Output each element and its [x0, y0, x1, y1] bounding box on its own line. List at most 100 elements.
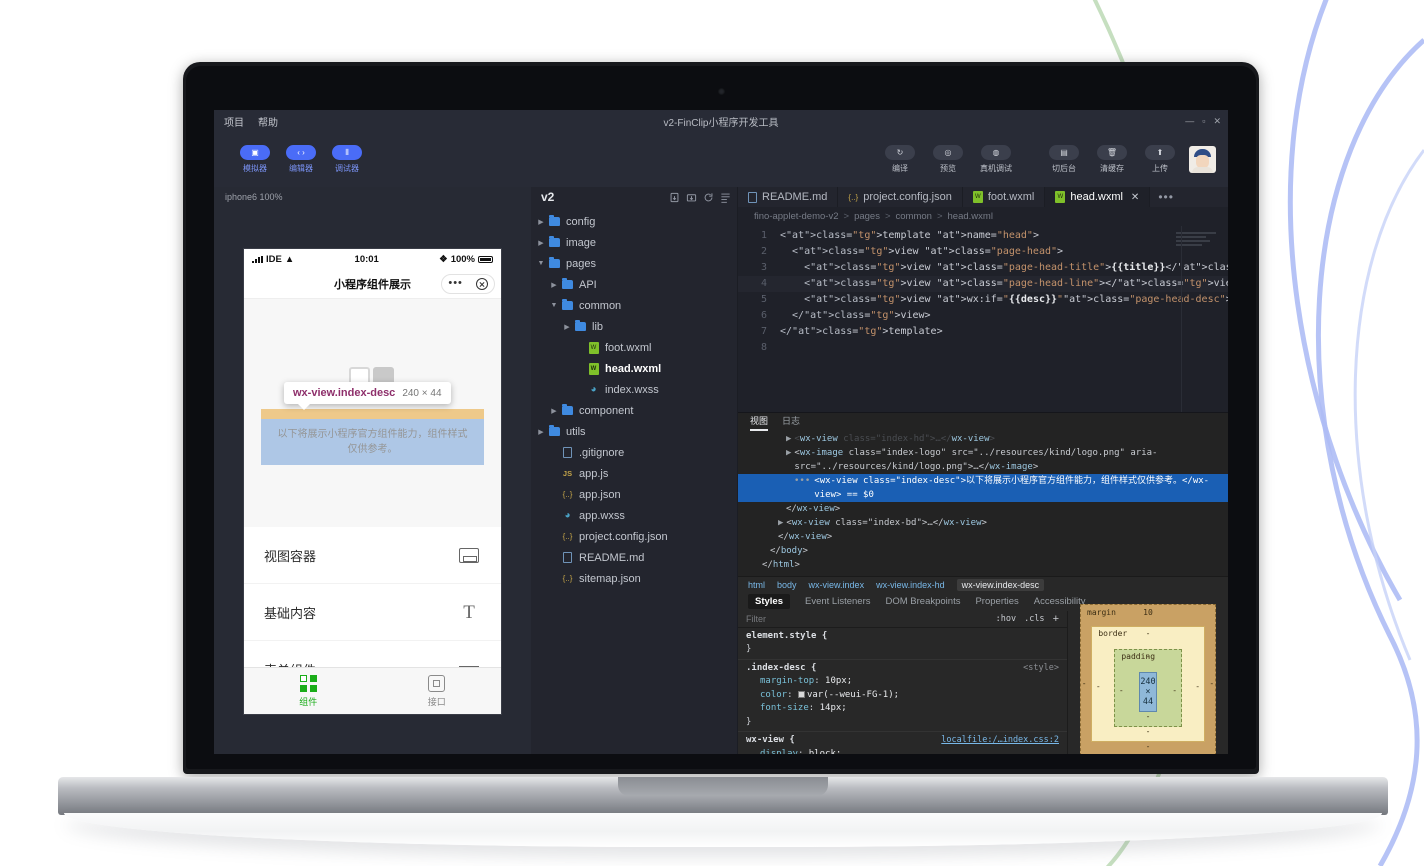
css-declaration[interactable]: display: block; [746, 748, 1059, 755]
box-model-margin[interactable]: margin 10 - border - [1080, 604, 1216, 754]
dom-node[interactable]: ▶ <wx-view class="index-hd">…</wx-view> [738, 432, 1228, 446]
chevron-down-icon[interactable]: ▼ [548, 302, 560, 309]
filter-input[interactable]: Filter [746, 614, 988, 624]
tab-api[interactable]: 接口 [373, 668, 502, 714]
dom-node[interactable]: </html> [738, 558, 1228, 572]
devtools-tab-log[interactable]: 日志 [782, 414, 800, 429]
pane-tab-styles[interactable]: Styles [748, 594, 790, 609]
tree-node-image[interactable]: ▶image [531, 232, 737, 253]
minimize-icon[interactable]: — [1185, 116, 1194, 127]
hov-button[interactable]: :hov [996, 614, 1016, 624]
pane-tab-accessibility[interactable]: Accessibility [1034, 596, 1086, 607]
close-icon[interactable]: ✕ [1213, 116, 1221, 127]
new-folder-icon[interactable] [686, 192, 697, 203]
chevron-right-icon[interactable]: ▶ [535, 239, 547, 247]
close-tab-icon[interactable]: ✕ [1131, 192, 1139, 203]
dom-node[interactable]: ▶ <wx-image class="index-logo" src="../r… [738, 446, 1228, 474]
chevron-right-icon[interactable]: ▶ [786, 446, 791, 474]
dom-crumb-body[interactable]: body [777, 580, 797, 590]
collapse-all-icon[interactable] [720, 192, 731, 203]
refresh-icon[interactable] [703, 192, 714, 203]
dom-crumb-wx-view-index-hd[interactable]: wx-view.index-hd [876, 580, 945, 590]
css-declaration[interactable]: margin-top: 10px; [746, 675, 1059, 689]
chevron-down-icon[interactable]: ▼ [535, 260, 547, 267]
more-icon[interactable]: ••• [448, 278, 463, 289]
toolbar-button-compile[interactable]: ↻ 编译 [881, 145, 919, 174]
dom-node[interactable]: ••• <wx-view class="index-desc">以下将展示小程序… [738, 474, 1228, 502]
breadcrumb-item[interactable]: fino-applet-demo-v2 [754, 211, 839, 222]
cls-button[interactable]: .cls [1024, 614, 1044, 624]
box-model-border[interactable]: border - - padding - [1091, 626, 1204, 742]
chevron-right-icon[interactable]: ▶ [786, 432, 791, 446]
dom-node[interactable]: </body> [738, 544, 1228, 558]
dom-crumb-html[interactable]: html [748, 580, 765, 590]
tree-node-head-wxml[interactable]: Whead.wxml [531, 358, 737, 379]
rule-source[interactable]: <style> [1023, 662, 1059, 676]
editor-tab-readme-md[interactable]: README.md [738, 187, 838, 207]
breadcrumb-item[interactable]: head.wxml [948, 211, 993, 222]
pane-tab-event-listeners[interactable]: Event Listeners [805, 596, 870, 607]
color-swatch[interactable] [798, 691, 805, 698]
dom-crumb-wx-view-index-desc[interactable]: wx-view.index-desc [957, 579, 1045, 591]
tree-node--gitignore[interactable]: .gitignore [531, 442, 737, 463]
phone-capsule-buttons[interactable]: ••• [441, 274, 495, 294]
dom-tree[interactable]: ▶ <wx-view class="index-hd">…</wx-view> … [738, 430, 1228, 576]
tree-node-readme-md[interactable]: README.md [531, 547, 737, 568]
editor-tab-head-wxml[interactable]: Whead.wxml ✕ [1045, 187, 1150, 207]
code-editor[interactable]: 1 <"at">class="tg">template "at">name="h… [738, 226, 1228, 412]
list-item[interactable]: 视图容器 [244, 527, 501, 583]
pane-tab-properties[interactable]: Properties [975, 596, 1018, 607]
close-capsule-icon[interactable] [476, 278, 488, 290]
tree-node-utils[interactable]: ▶utils [531, 421, 737, 442]
toolbar-button-device-debug[interactable]: ◍ 真机调试 [977, 145, 1015, 174]
tree-node-app-json[interactable]: {..}app.json [531, 484, 737, 505]
maximize-icon[interactable]: ▫ [1202, 116, 1205, 127]
dom-node[interactable]: </wx-view> [738, 502, 1228, 516]
tree-node-common[interactable]: ▼common [531, 295, 737, 316]
tree-node-app-wxss[interactable]: ◕app.wxss [531, 505, 737, 526]
chevron-right-icon[interactable]: ▶ [548, 281, 560, 289]
dom-more-icon[interactable]: ••• [794, 474, 810, 502]
new-rule-button[interactable]: + [1053, 613, 1059, 625]
editor-minimap[interactable] [1176, 232, 1222, 256]
dom-crumb-wx-view-index[interactable]: wx-view.index [809, 580, 865, 590]
toolbar-button-background[interactable]: ▤ 切后台 [1045, 145, 1083, 174]
dom-node[interactable]: </wx-view> [738, 530, 1228, 544]
chevron-right-icon[interactable]: ▶ [561, 323, 573, 331]
editor-tab-project-config-json[interactable]: {..}project.config.json [838, 187, 962, 207]
css-declaration[interactable]: font-size: 14px; [746, 702, 1059, 716]
box-content-size[interactable]: 240 × 44 [1139, 672, 1156, 712]
list-item[interactable]: 基础内容 T [244, 584, 501, 640]
new-file-icon[interactable] [669, 192, 680, 203]
tree-node-foot-wxml[interactable]: Wfoot.wxml [531, 337, 737, 358]
rule-source[interactable]: localfile:/…index.css:2 [941, 734, 1059, 748]
chevron-right-icon[interactable]: ▶ [548, 407, 560, 415]
dom-node[interactable]: ▶ <wx-view class="index-bd">…</wx-view> [738, 516, 1228, 530]
box-model-padding[interactable]: padding - - 240 × 44 - [1114, 649, 1181, 727]
css-selector[interactable]: .index-desc { [746, 662, 1059, 676]
pane-tab-dom-breakpoints[interactable]: DOM Breakpoints [885, 596, 960, 607]
toolbar-button-editor[interactable]: ‹ › 编辑器 [282, 145, 320, 174]
editor-tabs-more[interactable]: ••• [1150, 187, 1182, 207]
toolbar-button-upload[interactable]: ⬆ 上传 [1141, 145, 1179, 174]
css-declaration[interactable]: color: var(--weui-FG-1); [746, 689, 1059, 703]
toolbar-button-debugger[interactable]: ⫴ 调试器 [328, 145, 366, 174]
tree-node-sitemap-json[interactable]: {..}sitemap.json [531, 568, 737, 589]
breadcrumb-item[interactable]: pages [854, 211, 880, 222]
tab-components[interactable]: 组件 [244, 668, 373, 714]
tree-node-app-js[interactable]: JSapp.js [531, 463, 737, 484]
css-selector[interactable]: element.style { [746, 630, 1059, 644]
toolbar-button-preview[interactable]: ◎ 预览 [929, 145, 967, 174]
tree-node-project-config-json[interactable]: {..}project.config.json [531, 526, 737, 547]
tree-node-api[interactable]: ▶API [531, 274, 737, 295]
editor-tab-foot-wxml[interactable]: Wfoot.wxml [963, 187, 1045, 207]
chevron-right-icon[interactable]: ▶ [778, 516, 783, 530]
breadcrumb-item[interactable]: common [896, 211, 932, 222]
tree-node-pages[interactable]: ▼pages [531, 253, 737, 274]
tree-node-config[interactable]: ▶config [531, 211, 737, 232]
toolbar-button-clear-cache[interactable]: 🗑 清缓存 [1093, 145, 1131, 174]
tree-node-index-wxss[interactable]: ◕index.wxss [531, 379, 737, 400]
tree-node-component[interactable]: ▶component [531, 400, 737, 421]
devtools-tab-view[interactable]: 视图 [750, 414, 768, 429]
chevron-right-icon[interactable]: ▶ [535, 218, 547, 226]
